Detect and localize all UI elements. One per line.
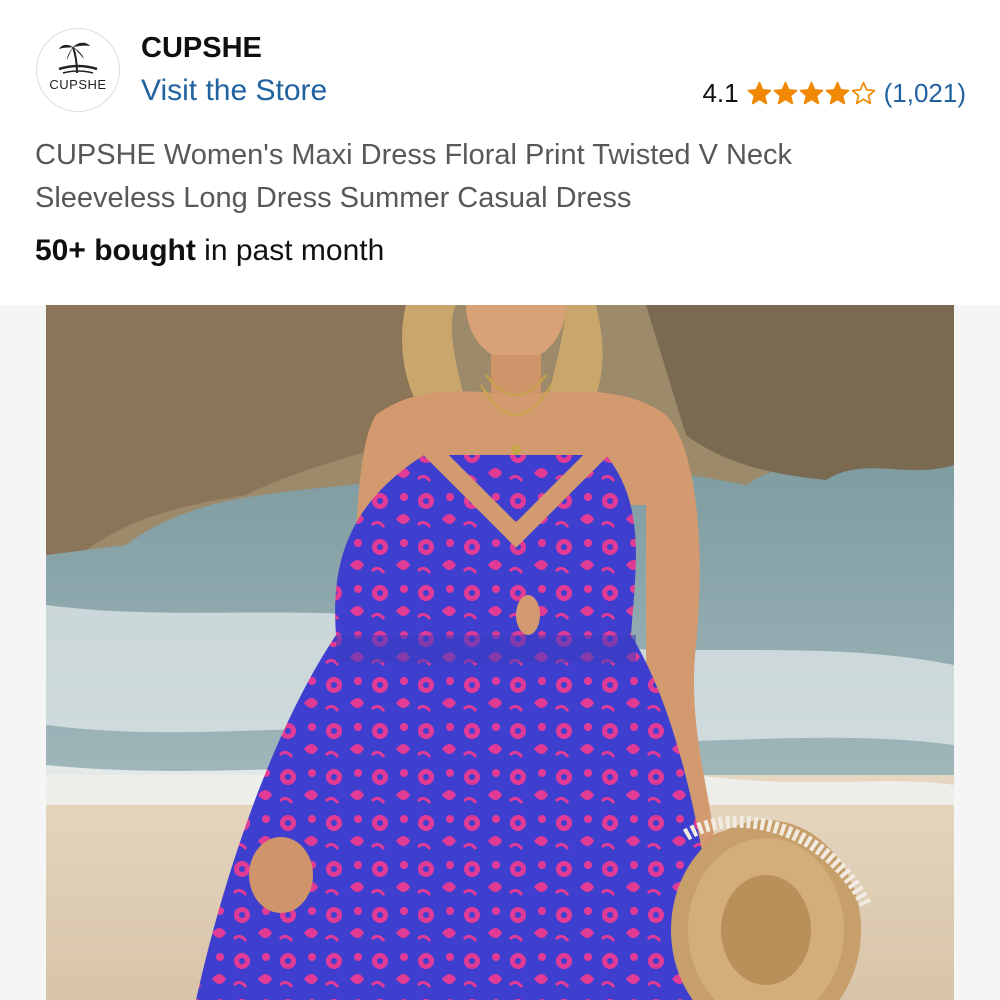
rating-value: 4.1: [702, 78, 739, 108]
star-rating: [747, 81, 876, 106]
dress-model-photo: [46, 305, 954, 1000]
star-icon: [747, 81, 771, 105]
rating-summary[interactable]: 4.1 (1,021): [702, 78, 966, 109]
star-icon: [773, 81, 797, 105]
product-header: CUPSHE CUPSHE Visit the Store 4.1 (1,021…: [0, 0, 1000, 305]
bought-period: in past month: [195, 234, 385, 267]
bought-count: 50+ bought: [35, 234, 196, 267]
palm-tree-icon: [58, 42, 98, 74]
visit-store-link[interactable]: Visit the Store: [141, 74, 327, 108]
star-icon: [851, 81, 875, 105]
rating-count-link[interactable]: (1,021): [884, 78, 966, 109]
brand-name: CUPSHE: [141, 32, 262, 64]
product-image-container[interactable]: [0, 305, 1000, 1000]
brand-logo[interactable]: CUPSHE: [36, 28, 120, 112]
product-title: CUPSHE Women's Maxi Dress Floral Print T…: [35, 139, 793, 214]
logo-text: CUPSHE: [49, 77, 107, 92]
purchase-count: 50+ bought in past month: [35, 234, 384, 268]
product-photo[interactable]: [46, 305, 954, 1000]
star-icon: [825, 81, 849, 105]
star-icon: [799, 81, 823, 105]
